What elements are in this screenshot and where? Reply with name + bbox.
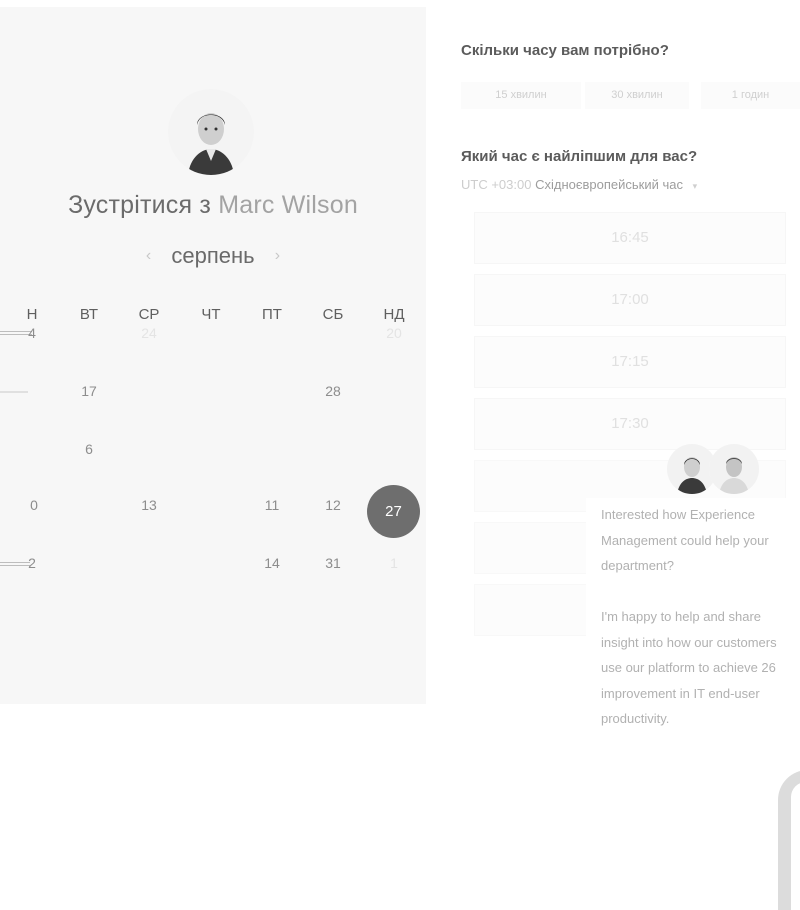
calendar-day[interactable]: 1 <box>374 555 414 571</box>
chat-message-text: Interested how Experience Management cou… <box>601 507 777 726</box>
selected-day[interactable]: 27 <box>367 485 420 538</box>
person-avatar-icon <box>168 89 254 175</box>
next-month-icon[interactable]: › <box>275 247 280 264</box>
prev-month-icon[interactable]: ‹ <box>146 247 151 264</box>
calendar-day[interactable]: 17 <box>69 383 109 399</box>
calendar-day[interactable]: 28 <box>313 383 353 399</box>
weekday-header: ЧТ <box>201 306 221 323</box>
calendar-day[interactable]: 4 <box>12 325 52 341</box>
calendar-day[interactable]: 0 <box>14 497 54 513</box>
calendar-day[interactable]: 11 <box>252 497 292 513</box>
host-name: Marc Wilson <box>218 191 358 219</box>
chat-agent-avatar <box>709 444 759 494</box>
duration-options: 15 хвилин 30 хвилин 1 годин <box>461 82 800 110</box>
time-slot[interactable]: 16:45 <box>474 212 786 264</box>
month-navigation: ‹ серпень › <box>0 243 426 269</box>
host-avatar <box>168 89 254 175</box>
time-question: Який час є найліпшим для вас? <box>461 148 698 165</box>
calendar-day[interactable]: 24 <box>129 325 169 341</box>
chevron-down-icon: ▾ <box>692 181 698 191</box>
chat-agents <box>667 444 759 496</box>
calendar-day[interactable]: 31 <box>313 555 353 571</box>
timezone-name: Східноєвропейський час <box>535 177 683 192</box>
weekday-header: ПТ <box>262 306 282 323</box>
chat-launcher-inner <box>791 782 800 910</box>
calendar-panel: Зустрітися з Marc Wilson ‹ серпень › Н В… <box>0 7 426 704</box>
title-prefix: Зустрітися з <box>68 191 212 219</box>
weekday-header: ВТ <box>79 306 99 323</box>
duration-question: Скільки часу вам потрібно? <box>461 42 669 59</box>
calendar-day[interactable]: 2 <box>12 555 52 571</box>
timezone-offset: UTC +03:00 <box>461 177 532 192</box>
time-slot[interactable]: 17:15 <box>474 336 786 388</box>
duration-15-button[interactable]: 15 хвилин <box>461 82 581 109</box>
weekday-header: СБ <box>322 306 344 323</box>
timezone-dropdown[interactable]: UTC +03:00 Східноєвропейський час ▾ <box>461 177 697 192</box>
time-slot[interactable]: 17:30 <box>474 398 786 450</box>
person-avatar-icon <box>709 444 759 494</box>
calendar-day[interactable]: 12 <box>313 497 353 513</box>
weekday-header: НД <box>383 306 405 323</box>
time-slot[interactable]: 17:00 <box>474 274 786 326</box>
weekday-header: СР <box>138 306 160 323</box>
calendar-day[interactable]: 6 <box>69 441 109 457</box>
row-marker <box>0 391 28 393</box>
calendar-day[interactable]: 20 <box>374 325 414 341</box>
chat-launcher-icon[interactable] <box>778 770 800 910</box>
calendar-day[interactable]: 13 <box>129 497 169 513</box>
page-title: Зустрітися з Marc Wilson <box>0 191 426 220</box>
month-label: серпень <box>171 243 255 268</box>
calendar-day[interactable]: 14 <box>252 555 292 571</box>
duration-30-button[interactable]: 30 хвилин <box>585 82 689 109</box>
weekday-header: Н <box>26 306 38 323</box>
duration-60-button[interactable]: 1 годин <box>701 82 800 109</box>
